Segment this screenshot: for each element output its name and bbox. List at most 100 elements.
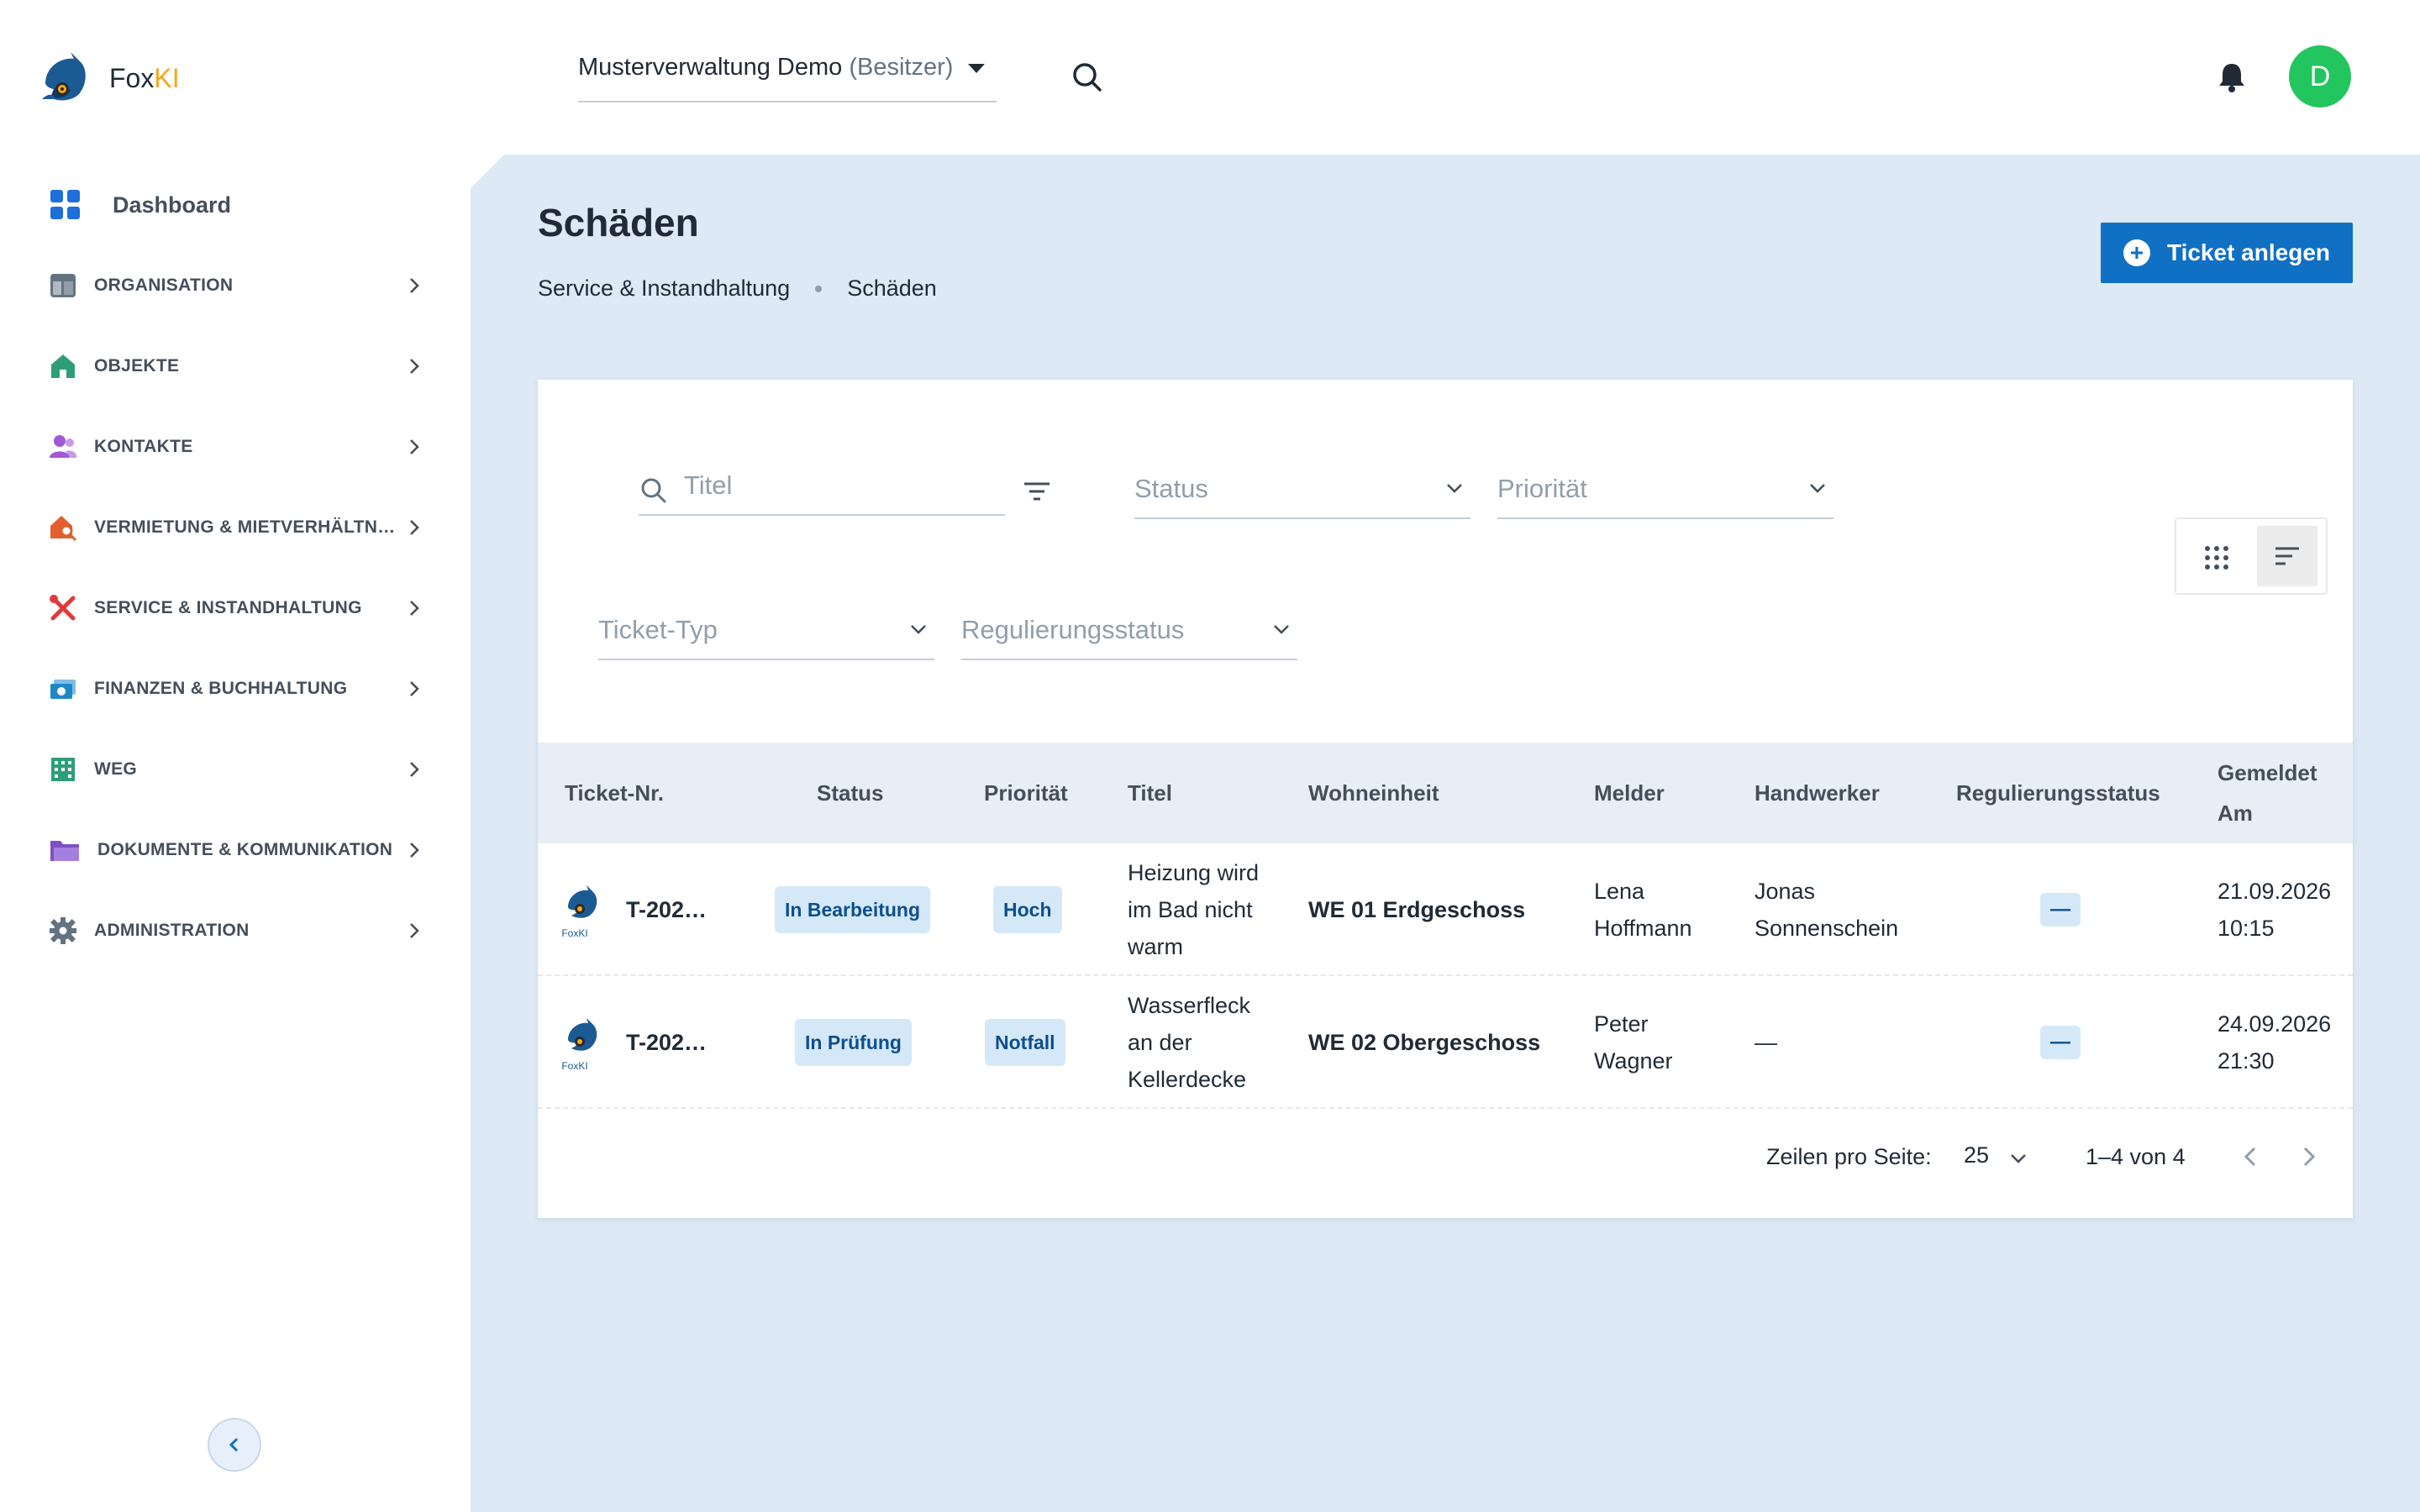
search-input[interactable]: Titel [639, 460, 1005, 516]
list-sort-icon [2275, 547, 2299, 565]
ticket-type-select[interactable]: Ticket-Typ [598, 605, 934, 660]
chevron-right-icon [410, 520, 419, 535]
organization-select[interactable]: Musterverwaltung Demo (Besitzer) [578, 50, 997, 102]
sidebar-item-service[interactable]: SERVICE & INSTANDHALTUNG [0, 568, 471, 648]
column-header-unit[interactable]: Wohneinheit [1308, 743, 1439, 843]
view-toggle [2175, 517, 2328, 595]
chevron-down-icon [1810, 484, 1825, 493]
previous-page-button[interactable] [2238, 1142, 2264, 1171]
sidebar-item-label: WEG [94, 759, 138, 779]
table-row[interactable]: FoxKI T-202… In Prüfung Notfall Wasserfl… [538, 976, 2353, 1109]
status-select[interactable]: Status [1134, 464, 1470, 519]
table-row[interactable]: FoxKI T-202… In Bearbeitung Hoch Heizung… [538, 843, 2353, 976]
app-name: FoxKI [109, 62, 180, 93]
sidebar-item-dokumente[interactable]: DOKUMENTE & KOMMUNIKATION [0, 810, 471, 890]
bell-icon[interactable] [2215, 60, 2249, 94]
home-icon [51, 354, 75, 378]
column-header-craftsman[interactable]: Handwerker [1754, 743, 1880, 843]
ticket-logo-text: FoxKI [561, 927, 588, 939]
chevron-down-icon[interactable] [2009, 1152, 2028, 1164]
column-header-reporter[interactable]: Melder [1594, 743, 1665, 843]
breadcrumb: Service & Instandhaltung Schäden [538, 276, 937, 302]
table-header: Ticket-Nr. Status Priorität Titel Wohnei… [538, 743, 2353, 843]
breadcrumb-item-current: Schäden [847, 276, 937, 301]
dashboard-icon [50, 190, 80, 219]
chevron-right-icon [410, 923, 419, 938]
craftsman-name: Jonas Sonnenschein [1754, 879, 1899, 941]
regulation-status-select[interactable]: Regulierungsstatus [961, 605, 1297, 660]
fox-logo-icon [42, 52, 86, 101]
rows-per-page-select[interactable]: 25 [1964, 1142, 1989, 1168]
fox-logo-icon [568, 1018, 597, 1051]
sidebar-item-finanzen[interactable]: FINANZEN & BUCHHALTUNG [0, 648, 471, 729]
sidebar-item-label: FINANZEN & BUCHHALTUNG [94, 679, 348, 698]
pagination-range: 1–4 von 4 [2086, 1144, 2186, 1169]
caret-down-icon [968, 64, 985, 73]
chevron-right-icon [410, 439, 419, 454]
chevron-down-icon [1447, 484, 1462, 493]
column-header-reported-at[interactable]: Gemeldet Am [2217, 743, 2344, 843]
column-header-title[interactable]: Titel [1128, 743, 1172, 843]
create-ticket-button[interactable]: + Ticket anlegen [2101, 223, 2353, 283]
column-header-ticket-nr[interactable]: Ticket-Nr. [565, 743, 664, 843]
search-icon[interactable] [1071, 60, 1104, 94]
ticket-logo-text: FoxKI [561, 1060, 588, 1072]
priority-select[interactable]: Priorität [1497, 464, 1833, 519]
sidebar-item-objekte[interactable]: OBJEKTE [0, 326, 471, 407]
sidebar-item-organisation[interactable]: ORGANISATION [0, 245, 471, 326]
column-header-regulation[interactable]: Regulierungsstatus [1956, 743, 2160, 843]
money-icon [50, 680, 76, 699]
sidebar-item-label: Dashboard [113, 192, 232, 218]
page-title: Schäden [538, 201, 699, 244]
status-badge: In Bearbeitung [775, 886, 931, 933]
chevron-down-icon [1274, 625, 1289, 634]
building-icon [51, 758, 75, 781]
column-header-priority[interactable]: Priorität [984, 743, 1068, 843]
users-icon [50, 435, 77, 458]
plus-icon: + [2123, 239, 2150, 266]
fox-logo-icon [568, 885, 597, 918]
avatar[interactable]: D [2289, 45, 2351, 108]
priority-badge: Notfall [985, 1019, 1065, 1066]
sidebar-item-weg[interactable]: WEG [0, 729, 471, 810]
reported-at: 24.09.2026 21:30 [2217, 1011, 2332, 1074]
sidebar-item-label: OBJEKTE [94, 356, 180, 375]
sidebar-item-administration[interactable]: ADMINISTRATION [0, 890, 471, 971]
sidebar-item-dashboard[interactable]: Dashboard [0, 165, 471, 245]
sidebar-item-vermietung[interactable]: VERMIETUNG & MIETVERHÄLTN… [0, 487, 471, 568]
tickets-card: Titel Status Priorität Ticket-Typ Reguli… [538, 380, 2353, 1218]
chevron-right-icon [410, 278, 419, 293]
grid-dots-icon [2205, 546, 2228, 570]
reported-at: 21.09.2026 10:15 [2217, 879, 2332, 941]
collapse-sidebar-button[interactable] [208, 1418, 261, 1472]
create-ticket-label: Ticket anlegen [2166, 239, 2330, 265]
regulation-status-select-label: Regulierungsstatus [961, 615, 1185, 644]
tools-icon [50, 595, 76, 621]
gear-icon [50, 917, 76, 944]
filter-icon[interactable] [1022, 479, 1052, 504]
reporter-name: Lena Hoffmann [1594, 879, 1692, 941]
sidebar-item-kontakte[interactable]: KONTAKTE [0, 407, 471, 487]
next-page-button[interactable] [2296, 1142, 2321, 1171]
sidebar-item-label: ORGANISATION [94, 276, 234, 295]
app-logo[interactable]: FoxKI [37, 50, 180, 106]
chevron-right-icon [410, 359, 419, 374]
search-icon [641, 478, 666, 503]
ticket-type-select-label: Ticket-Typ [598, 615, 718, 644]
column-header-status[interactable]: Status [817, 743, 883, 843]
ticket-number: T-202… [626, 1030, 708, 1055]
priority-select-label: Priorität [1497, 474, 1587, 503]
grid-view-button[interactable] [2191, 533, 2242, 583]
breadcrumb-item[interactable]: Service & Instandhaltung [538, 276, 790, 302]
chevron-right-icon [410, 601, 419, 616]
list-view-button[interactable] [2257, 526, 2317, 586]
rows-per-page-label: Zeilen pro Seite: [1766, 1144, 1932, 1169]
ticket-number: T-202… [626, 897, 708, 922]
folder-icon [50, 841, 79, 861]
house-search-icon [50, 516, 77, 542]
status-select-label: Status [1134, 474, 1208, 503]
regulation-status-badge: — [2040, 1026, 2081, 1059]
reporter-name: Peter Wagner [1594, 1011, 1673, 1074]
sidebar-item-label: SERVICE & INSTANDHALTUNG [94, 598, 362, 617]
ticket-title: Heizung wird im Bad nicht warm [1128, 860, 1260, 959]
